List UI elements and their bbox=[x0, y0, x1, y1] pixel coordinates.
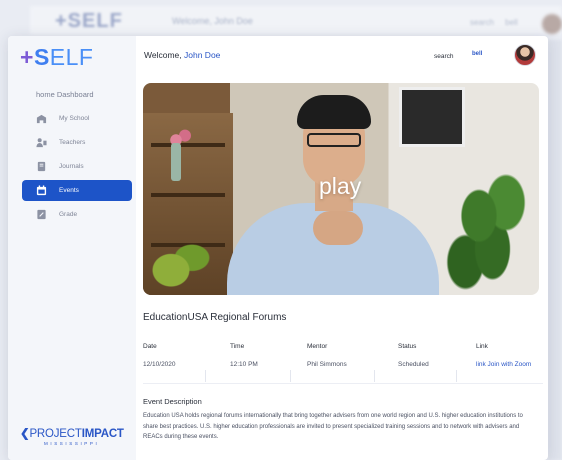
video-picture-frame bbox=[399, 87, 465, 147]
sidebar-nav: My School Teachers Journals Events Grade bbox=[22, 108, 132, 228]
event-description-heading: Event Description bbox=[143, 397, 202, 406]
welcome-text: Welcome, John Doe bbox=[144, 50, 221, 60]
event-title: EducationUSA Regional Forums bbox=[143, 312, 287, 323]
event-video[interactable]: play bbox=[143, 83, 539, 295]
search-link[interactable]: search bbox=[434, 53, 454, 60]
sidebar-item-journals[interactable]: Journals bbox=[22, 156, 132, 177]
column-divider bbox=[205, 370, 206, 382]
bell-icon[interactable]: bell bbox=[472, 51, 482, 57]
column-divider bbox=[456, 370, 457, 382]
play-button[interactable]: play bbox=[319, 173, 361, 200]
journal-icon bbox=[36, 161, 47, 172]
event-time: 12:10 PM bbox=[230, 361, 258, 368]
sidebar-item-teachers[interactable]: Teachers bbox=[22, 132, 132, 153]
event-mentor: Phil Simmons bbox=[307, 361, 347, 368]
video-vase bbox=[171, 143, 181, 181]
project-impact-logo: ❮PROJECTIMPACT MISSISSIPPI bbox=[20, 428, 124, 446]
background-logo: +SELF bbox=[55, 10, 123, 32]
sidebar-item-label: Events bbox=[59, 187, 79, 194]
video-person-hands bbox=[313, 211, 363, 245]
event-description-text: Education USA holds regional forums inte… bbox=[143, 413, 523, 440]
sidebar-item-label: My School bbox=[59, 115, 90, 122]
user-name[interactable]: John Doe bbox=[184, 50, 220, 60]
event-date: 12/10/2020 bbox=[143, 361, 176, 368]
column-header-status: Status bbox=[398, 343, 417, 350]
zoom-join-link[interactable]: link Join with Zoom bbox=[476, 361, 531, 368]
column-header-mentor: Mentor bbox=[307, 343, 328, 350]
column-header-date: Date bbox=[143, 343, 157, 350]
events-icon bbox=[36, 185, 47, 196]
sidebar-item-grade[interactable]: Grade bbox=[22, 204, 132, 225]
column-divider bbox=[290, 370, 291, 382]
column-header-time: Time bbox=[230, 343, 245, 350]
sidebar-item-label: Journals bbox=[59, 163, 84, 170]
background-panel bbox=[548, 40, 562, 460]
background-welcome: Welcome, John Doe bbox=[172, 16, 253, 26]
background-header-actions: search bell bbox=[470, 18, 518, 27]
grade-icon bbox=[36, 209, 47, 220]
column-divider bbox=[374, 370, 375, 382]
video-person-hair bbox=[297, 95, 371, 129]
column-header-link: Link bbox=[476, 343, 488, 350]
event-status: Scheduled bbox=[398, 361, 429, 368]
table-divider bbox=[143, 383, 543, 384]
video-person-glasses bbox=[307, 133, 361, 147]
video-plant bbox=[443, 163, 533, 295]
app-window: +SELF home Dashboard My School Teachers bbox=[8, 36, 548, 460]
sidebar-item-label: Teachers bbox=[59, 139, 86, 146]
video-leaves bbox=[143, 233, 213, 295]
sidebar-item-my-school[interactable]: My School bbox=[22, 108, 132, 129]
sidebar-item-events[interactable]: Events bbox=[22, 180, 132, 201]
avatar[interactable] bbox=[514, 44, 536, 66]
school-icon bbox=[36, 113, 47, 124]
top-header: Welcome, John Doe search bell bbox=[136, 36, 548, 76]
teachers-icon bbox=[36, 137, 47, 148]
sidebar-item-label: Grade bbox=[59, 211, 78, 218]
self-logo[interactable]: +SELF bbox=[20, 44, 93, 71]
background-avatar bbox=[542, 14, 562, 34]
nav-home-dashboard[interactable]: home Dashboard bbox=[36, 90, 94, 99]
sidebar: +SELF home Dashboard My School Teachers bbox=[8, 36, 136, 460]
